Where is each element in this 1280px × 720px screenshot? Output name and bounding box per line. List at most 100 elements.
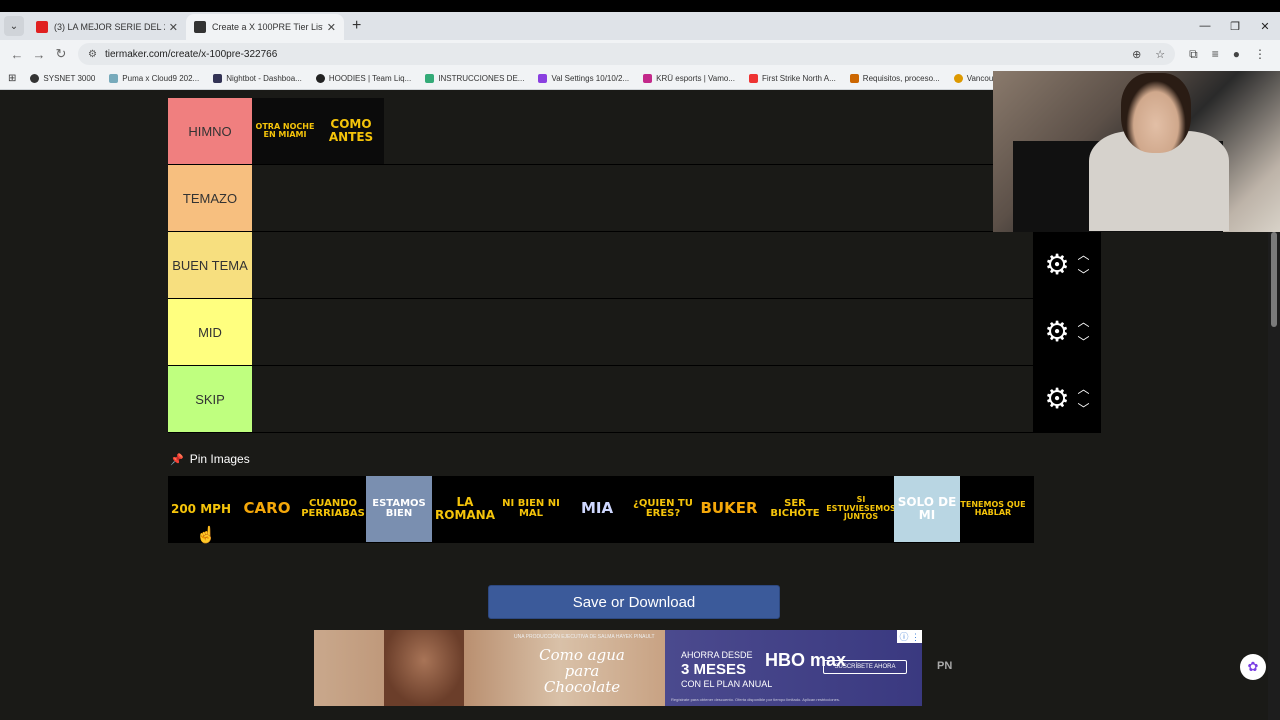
bookmark-favicon-icon bbox=[213, 74, 223, 83]
url-field[interactable]: ⚙ tiermaker.com/create/x-100pre-322766 ⊕… bbox=[78, 43, 1176, 65]
toolbar-right: ⧉ ≡ ● ⋮ bbox=[1189, 47, 1266, 62]
bookmark-label: First Strike North A... bbox=[762, 74, 836, 83]
ad-legal-text: Regístrate para obtener descuento. Ofert… bbox=[671, 697, 840, 702]
bookmark-item[interactable]: KRÜ esports | Vamo... bbox=[643, 74, 735, 83]
zoom-icon[interactable]: ⊕ bbox=[1132, 48, 1141, 61]
album-cover-tile[interactable]: ESTAMOS BIEN bbox=[366, 476, 432, 542]
tier-list: HIMNO OTRA NOCHE EN MIAMI COMO ANTES TEMAZO… bbox=[168, 98, 1101, 433]
bookmark-favicon-icon bbox=[953, 74, 963, 83]
move-up-chevron-icon[interactable]: ︿ bbox=[1078, 249, 1090, 261]
bookmark-favicon-icon bbox=[849, 74, 859, 83]
media-icon[interactable]: ≡ bbox=[1212, 47, 1219, 62]
tier-drop-zone[interactable] bbox=[252, 232, 1033, 298]
tier-label[interactable]: TEMAZO bbox=[168, 165, 252, 231]
bookmark-item[interactable]: First Strike North A... bbox=[749, 74, 836, 83]
album-cover-tile[interactable]: BUKER bbox=[696, 476, 762, 542]
minimize-icon[interactable]: — bbox=[1190, 12, 1220, 40]
bookmark-item[interactable]: INSTRUCCIONES DE... bbox=[425, 74, 524, 83]
restore-icon[interactable]: ❐ bbox=[1220, 12, 1250, 40]
album-cover-tile[interactable]: COMO ANTES bbox=[318, 98, 384, 164]
save-or-download-button[interactable]: Save or Download bbox=[488, 585, 780, 619]
bookmark-favicon-icon bbox=[425, 74, 435, 83]
album-cover-tile[interactable]: SER BICHOTE bbox=[762, 476, 828, 542]
tier-label[interactable]: SKIP bbox=[168, 366, 252, 432]
webcam-overlay bbox=[993, 71, 1280, 232]
tier-row: BUEN TEMA ⚙ ︿ ﹀ bbox=[168, 232, 1101, 299]
new-tab-icon[interactable]: + bbox=[352, 17, 361, 35]
tier-label[interactable]: HIMNO bbox=[168, 98, 252, 164]
tier-drop-zone[interactable] bbox=[252, 299, 1033, 365]
pin-images-toggle[interactable]: 📌 Pin Images bbox=[170, 452, 250, 466]
scrollbar-thumb[interactable] bbox=[1271, 232, 1277, 327]
move-up-chevron-icon[interactable]: ︿ bbox=[1078, 316, 1090, 328]
extensions-icon[interactable]: ⧉ bbox=[1189, 47, 1198, 62]
ad-promo-big: 3 MESES bbox=[681, 660, 747, 678]
apps-grid-icon[interactable]: ⊞ bbox=[8, 73, 16, 84]
ad-image: UNA PRODUCCIÓN EJECUTIVA DE SALMA HAYEK … bbox=[314, 630, 665, 706]
move-up-chevron-icon[interactable]: ︿ bbox=[1078, 383, 1090, 395]
browser-tab-youtube[interactable]: (3) LA MEJOR SERIE DEL 2026 S ✕ bbox=[28, 14, 186, 40]
close-tab-icon[interactable]: ✕ bbox=[327, 21, 336, 34]
back-icon[interactable]: ← bbox=[6, 47, 28, 62]
menu-kebab-icon[interactable]: ⋮ bbox=[1254, 47, 1266, 62]
tier-settings-gear-icon[interactable]: ⚙ bbox=[1044, 385, 1069, 413]
webcam-person-head bbox=[1121, 73, 1191, 153]
bookmark-item[interactable]: SYSNET 3000 bbox=[30, 74, 95, 83]
ad-promo-line3: CON EL PLAN ANUAL bbox=[681, 678, 773, 689]
close-tab-icon[interactable]: ✕ bbox=[169, 21, 178, 34]
close-window-icon[interactable]: ✕ bbox=[1250, 12, 1280, 40]
tier-row: SKIP ⚙ ︿ ﹀ bbox=[168, 366, 1101, 433]
bookmark-label: INSTRUCCIONES DE... bbox=[438, 74, 525, 83]
tab-search-menu-icon[interactable]: ⌄ bbox=[4, 16, 24, 36]
bookmark-star-icon[interactable]: ☆ bbox=[1155, 48, 1165, 61]
tiermaker-favicon-icon bbox=[194, 21, 206, 33]
reload-icon[interactable]: ↻ bbox=[50, 46, 72, 62]
bookmark-item[interactable]: Val Settings 10/10/2... bbox=[538, 74, 629, 83]
assistant-fab-icon[interactable]: ✿ bbox=[1240, 654, 1266, 680]
album-cover-tile[interactable]: TENEMOS QUE HABLAR bbox=[960, 476, 1026, 542]
bookmark-item[interactable]: Puma x Cloud9 202... bbox=[109, 74, 199, 83]
bookmark-item[interactable]: Nightbot - Dashboa... bbox=[213, 74, 302, 83]
album-cover-tile[interactable]: MIA bbox=[564, 476, 630, 542]
ad-choices-icon[interactable]: ⓘ ⋮ bbox=[897, 630, 922, 643]
move-down-chevron-icon[interactable]: ﹀ bbox=[1078, 269, 1090, 281]
tier-row: MID ⚙ ︿ ﹀ bbox=[168, 299, 1101, 366]
tier-drop-zone[interactable] bbox=[252, 366, 1033, 432]
album-cover-tile[interactable]: OTRA NOCHE EN MIAMI bbox=[252, 98, 318, 164]
advertisement-banner[interactable]: UNA PRODUCCIÓN EJECUTIVA DE SALMA HAYEK … bbox=[314, 630, 922, 706]
ad-actress-image bbox=[384, 630, 464, 706]
pushpin-icon: 📌 bbox=[170, 453, 184, 466]
bookmark-favicon-icon bbox=[538, 74, 548, 83]
site-info-icon[interactable]: ⚙ bbox=[88, 49, 97, 60]
pn-label: PN bbox=[937, 660, 953, 672]
bookmark-favicon-icon bbox=[30, 74, 40, 83]
forward-icon[interactable]: → bbox=[28, 47, 50, 62]
bookmark-favicon-icon bbox=[643, 74, 653, 83]
profile-avatar-icon[interactable]: ● bbox=[1233, 47, 1240, 62]
bookmark-label: Puma x Cloud9 202... bbox=[122, 74, 200, 83]
tier-label[interactable]: BUEN TEMA bbox=[168, 232, 252, 298]
move-down-chevron-icon[interactable]: ﹀ bbox=[1078, 403, 1090, 415]
bookmark-favicon-icon bbox=[315, 74, 325, 83]
bookmark-item[interactable]: Requisitos, proceso... bbox=[849, 74, 940, 83]
tier-drop-zone[interactable] bbox=[252, 165, 1033, 231]
album-cover-tile[interactable]: SI ESTUVIESEMOS JUNTOS bbox=[826, 476, 896, 542]
browser-tab-tiermaker[interactable]: Create a X 100PRE Tier List - Tie ✕ bbox=[186, 14, 344, 40]
bookmark-label: Nightbot - Dashboa... bbox=[226, 74, 302, 83]
album-cover-tile[interactable]: CARO bbox=[234, 476, 300, 542]
album-cover-tile[interactable]: NI BIEN NI MAL bbox=[498, 476, 564, 542]
tier-row: TEMAZO bbox=[168, 165, 1101, 232]
album-cover-tile[interactable]: CUANDO PERRIABAS bbox=[300, 476, 366, 542]
bookmark-item[interactable]: HOODIES | Team Liq... bbox=[315, 74, 411, 83]
ad-subscribe-button[interactable]: SUSCRÍBETE AHORA bbox=[823, 660, 907, 674]
bookmark-label: SYSNET 3000 bbox=[43, 74, 96, 83]
tier-settings-gear-icon[interactable]: ⚙ bbox=[1044, 251, 1069, 279]
omnibox-tools: ⊕ ☆ bbox=[1132, 48, 1165, 61]
album-cover-tile[interactable]: LA ROMANA bbox=[432, 476, 498, 542]
tier-drop-zone[interactable]: OTRA NOCHE EN MIAMI COMO ANTES bbox=[252, 98, 1033, 164]
tier-label[interactable]: MID bbox=[168, 299, 252, 365]
album-cover-tile[interactable]: ¿QUIEN TU ERES? bbox=[630, 476, 696, 542]
move-down-chevron-icon[interactable]: ﹀ bbox=[1078, 336, 1090, 348]
album-cover-tile[interactable]: SOLO DE MI bbox=[894, 476, 960, 542]
tier-settings-gear-icon[interactable]: ⚙ bbox=[1044, 318, 1069, 346]
